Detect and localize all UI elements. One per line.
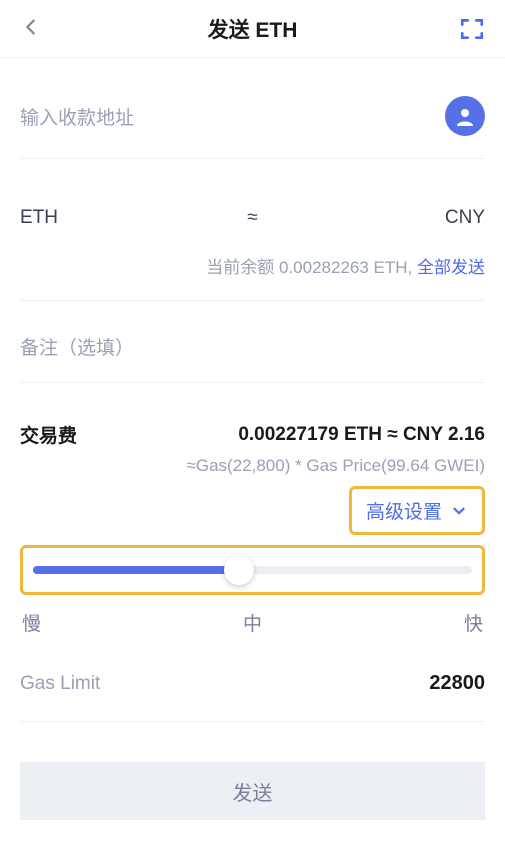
header: 发送 ETH [0, 0, 505, 58]
gas-limit-label: Gas Limit [20, 673, 100, 695]
balance-row: 当前余额 0.00282263 ETH, 全部发送 [20, 253, 485, 301]
back-button[interactable] [20, 13, 50, 45]
send-button-wrap: 发送 [20, 722, 485, 820]
token-label[interactable]: ETH [20, 207, 100, 229]
slider-labels: 慢 中 快 [20, 603, 485, 636]
slider-label-fast: 快 [464, 609, 483, 636]
fee-row: 交易费 0.00227179 ETH ≈ CNY 2.16 [20, 383, 485, 456]
gas-formula: ≈Gas(22,800) * Gas Price(99.64 GWEI) [20, 456, 485, 486]
scan-icon [459, 16, 485, 42]
slider-label-slow: 慢 [22, 609, 41, 636]
chevron-left-icon [20, 16, 42, 38]
balance-text: 当前余额 0.00282263 ETH, [206, 258, 412, 277]
advanced-settings-button[interactable]: 高级设置 [349, 486, 485, 535]
memo-row: 备注（选填） [20, 301, 485, 383]
slider-label-mid: 中 [243, 609, 262, 636]
approx-symbol: ≈ [247, 207, 257, 229]
scan-button[interactable] [455, 16, 485, 42]
slider-fill [33, 566, 239, 574]
contact-button[interactable] [445, 96, 485, 136]
address-row: 输入收款地址 [20, 58, 485, 159]
gas-speed-slider[interactable] [33, 566, 472, 574]
page-title: 发送 ETH [50, 14, 455, 44]
gas-limit-row: Gas Limit 22800 [20, 636, 485, 722]
memo-input[interactable]: 备注（选填） [20, 333, 485, 360]
slider-thumb[interactable] [224, 555, 254, 585]
fee-value: 0.00227179 ETH ≈ CNY 2.16 [238, 424, 485, 446]
advanced-label: 高级设置 [366, 497, 442, 524]
send-all-button[interactable]: 全部发送 [417, 258, 485, 277]
send-button[interactable]: 发送 [20, 762, 485, 820]
chevron-down-icon [450, 502, 468, 520]
amount-row: ETH ≈ CNY [20, 159, 485, 253]
content: 输入收款地址 ETH ≈ CNY 当前余额 0.00282263 ETH, 全部… [0, 58, 505, 820]
gas-limit-value[interactable]: 22800 [429, 672, 485, 695]
fiat-label[interactable]: CNY [405, 207, 485, 229]
fee-label: 交易费 [20, 421, 77, 448]
address-input[interactable]: 输入收款地址 [20, 103, 134, 130]
gas-speed-slider-wrap [20, 545, 485, 595]
person-icon [453, 104, 477, 128]
advanced-wrap: 高级设置 [20, 486, 485, 545]
